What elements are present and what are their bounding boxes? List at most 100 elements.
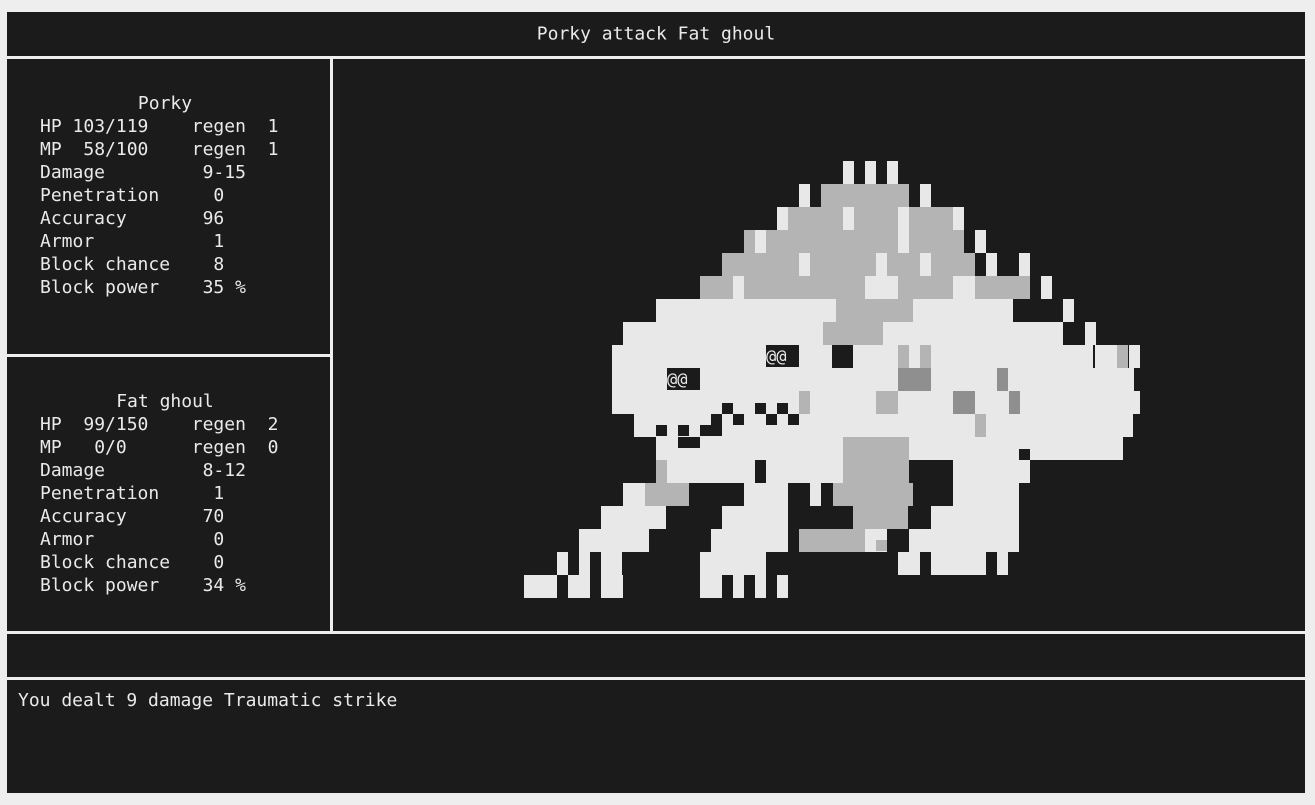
- action-bar[interactable]: [7, 634, 1305, 677]
- player-stat-block-chance: Block chance 8: [40, 253, 300, 276]
- monster-eye-glyph: @@: [766, 347, 786, 367]
- stat-regen: regen 0: [191, 437, 279, 458]
- sprite-pixel: [656, 299, 836, 322]
- stat-value: 0/0: [72, 437, 192, 458]
- sprite-pixel: [722, 253, 975, 276]
- sprite-pixel: [887, 161, 898, 184]
- stat-label: Block power: [40, 277, 203, 298]
- sprite-pixel: [898, 345, 909, 368]
- stat-label: MP: [40, 437, 73, 458]
- sprite-pixel: [700, 552, 766, 575]
- sprite-pixel: [766, 575, 777, 598]
- sprite-pixel: [898, 368, 931, 391]
- sprite-pixel: [865, 276, 898, 299]
- sprite-pixel: [777, 207, 788, 230]
- sprite-pixel: [975, 230, 986, 253]
- sprite-pixel: [1129, 345, 1140, 368]
- stat-regen: regen 2: [191, 414, 279, 435]
- battle-title: Porky attack Fat ghoul: [536, 23, 776, 45]
- stat-value: 34 %: [202, 575, 246, 596]
- stat-value: 8: [202, 254, 225, 275]
- sprite-pixel: [722, 403, 733, 414]
- battle-scene: @@ @@: [333, 59, 1305, 631]
- sprite-pixel: [557, 575, 568, 598]
- stat-value: 35 %: [202, 277, 246, 298]
- stat-label: Damage: [40, 460, 203, 481]
- sprite-pixel: [883, 322, 1063, 345]
- fat-ghoul-sprite[interactable]: @@ @@: [333, 59, 1305, 631]
- stat-label: Block power: [40, 575, 203, 596]
- sprite-pixel: [843, 161, 854, 184]
- sprite-pixel: [557, 552, 622, 575]
- stat-value: 99/150: [72, 414, 192, 435]
- sprite-pixel: [612, 368, 852, 391]
- sprite-pixel: [931, 437, 1011, 460]
- enemy-stat-hp: HP 99/150 regen 2: [40, 413, 300, 436]
- sprite-pixel: [953, 460, 1030, 483]
- sprite-pixel: [755, 460, 766, 483]
- sprite-pixel: [700, 425, 711, 436]
- stat-label: Block chance: [40, 254, 203, 275]
- sprite-pixel: [853, 506, 908, 529]
- player-stat-armor: Armor 1: [40, 230, 300, 253]
- stat-regen: regen 1: [191, 139, 279, 160]
- enemy-stat-block: Fat ghoul HP 99/150 regen 2 MP 0/0 regen …: [40, 390, 300, 597]
- sprite-pixel: [722, 575, 733, 598]
- sprite-pixel: [931, 460, 953, 483]
- stat-label: Armor: [40, 529, 203, 550]
- stat-label: Accuracy: [40, 208, 203, 229]
- sprite-pixel: [788, 414, 799, 425]
- sprite-pixel: [634, 414, 874, 437]
- player-stat-damage: Damage 9-15: [40, 161, 300, 184]
- stat-value: 1: [202, 231, 225, 252]
- sprite-pixel: [853, 414, 1133, 437]
- sprite-pixel: [843, 437, 909, 460]
- sprite-pixel: [975, 414, 986, 437]
- stat-label: Block chance: [40, 552, 203, 573]
- sprite-pixel: [986, 253, 997, 276]
- sprite-pixel: [788, 207, 953, 230]
- sprite-pixel: [601, 506, 666, 529]
- sprite-pixel: [953, 391, 975, 414]
- enemy-stats-panel: Fat ghoul HP 99/150 regen 2 MP 0/0 regen …: [7, 357, 330, 631]
- sprite-pixel: [821, 184, 909, 207]
- sprite-pixel: [1009, 391, 1020, 414]
- sprite-pixel: [1123, 368, 1134, 391]
- stat-value: 70: [202, 506, 225, 527]
- stat-label: Accuracy: [40, 506, 203, 527]
- enemy-stat-mp: MP 0/0 regen 0: [40, 436, 300, 459]
- sprite-pixel: [920, 552, 931, 575]
- sprite-pixel: [678, 437, 700, 448]
- sprite-pixel: [612, 391, 867, 414]
- monster-eye-glyph: @@: [667, 370, 687, 390]
- sprite-pixel: [931, 506, 1019, 529]
- sprite-pixel: [809, 506, 820, 529]
- sprite-pixel: [920, 253, 931, 276]
- enemy-stat-block-chance: Block chance 0: [40, 551, 300, 574]
- stat-value: 8-12: [202, 460, 246, 481]
- sprite-pixel: [755, 403, 766, 414]
- stat-value: 96: [202, 208, 225, 229]
- sprite-pixel: [1041, 276, 1052, 299]
- sprite-pixel: [1128, 391, 1139, 414]
- sprite-pixel: [744, 230, 964, 253]
- stat-label: Penetration: [40, 483, 203, 504]
- stat-value: 0: [202, 529, 225, 550]
- stat-label: Armor: [40, 231, 203, 252]
- sprite-pixel: [853, 345, 1093, 368]
- sprite-pixel: [1085, 322, 1096, 345]
- sprite-pixel: [953, 207, 964, 230]
- sprite-pixel: [656, 460, 667, 483]
- enemy-name: Fat ghoul: [116, 391, 214, 412]
- enemy-stat-penetration: Penetration 1: [40, 482, 300, 505]
- sprite-pixel: [799, 391, 810, 414]
- sprite-pixel: [1030, 460, 1041, 471]
- enemy-stat-block-power: Block power 34 %: [40, 574, 300, 597]
- sprite-pixel: [524, 575, 546, 598]
- sprite-pixel: [766, 414, 777, 425]
- sprite-pixel: [1117, 345, 1128, 368]
- stat-label: HP: [40, 414, 73, 435]
- stat-value: 1: [202, 483, 225, 504]
- stat-value: 0: [202, 552, 225, 573]
- stat-value: 0: [202, 185, 225, 206]
